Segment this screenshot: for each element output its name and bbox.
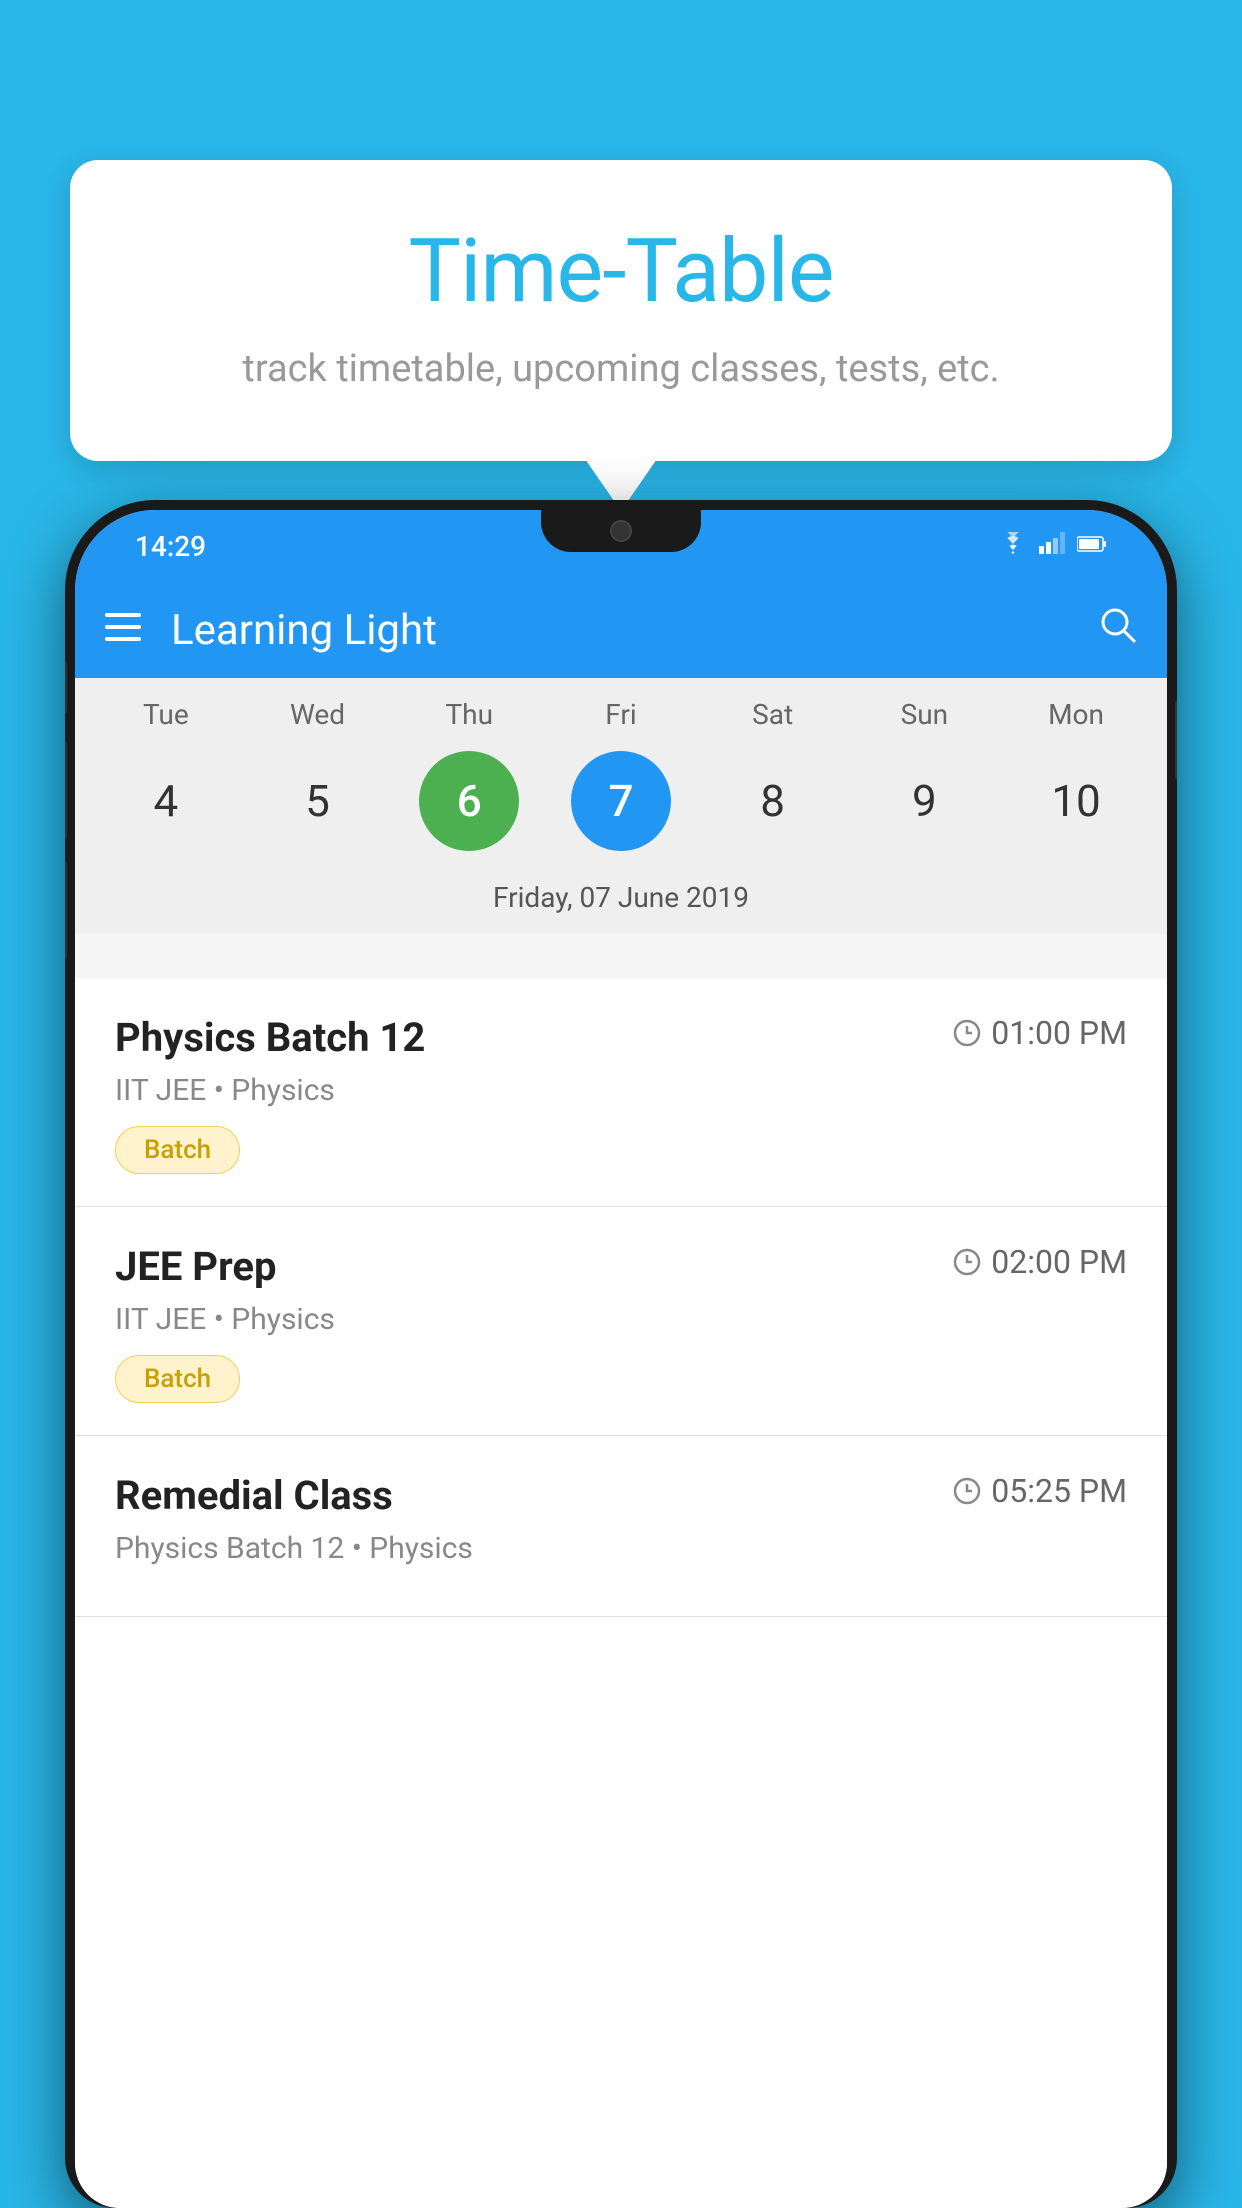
phone-screen: 14:29 [75,510,1167,2208]
schedule-item-2-header: JEE Prep 02:00 PM [115,1243,1127,1290]
schedule-item-3-title: Remedial Class [115,1472,393,1519]
day-header-fri: Fri [571,698,671,731]
day-9[interactable]: 9 [874,751,974,851]
day-header-wed: Wed [268,698,368,731]
day-header-thu: Thu [419,698,519,731]
schedule-item-2-sub: IIT JEE • Physics [115,1302,1127,1337]
app-title: Learning Light [171,606,1099,655]
status-time: 14:29 [135,530,206,563]
clock-icon-3 [953,1477,981,1505]
volume-up-button [65,660,67,715]
schedule-item-1[interactable]: Physics Batch 12 01:00 PM IIT JEE • Phys… [75,978,1167,1207]
camera [610,520,632,542]
schedule-item-1-sub: IIT JEE • Physics [115,1073,1127,1108]
signal-icon [1039,532,1065,560]
schedule-item-2-time: 02:00 PM [953,1243,1127,1281]
day-header-sun: Sun [874,698,974,731]
status-icons [999,532,1107,560]
schedule-item-1-header: Physics Batch 12 01:00 PM [115,1014,1127,1061]
schedule-item-1-time: 01:00 PM [953,1014,1127,1052]
phone-shell: 14:29 [65,500,1177,2208]
tooltip-card: Time-Table track timetable, upcoming cla… [70,160,1172,461]
selected-date-label: Friday, 07 June 2019 [75,871,1167,934]
assistant-button [65,860,67,960]
day-header-sat: Sat [723,698,823,731]
day-10[interactable]: 10 [1026,751,1126,851]
schedule-item-2[interactable]: JEE Prep 02:00 PM IIT JEE • Physics Batc… [75,1207,1167,1436]
schedule-item-3-time: 05:25 PM [953,1472,1127,1510]
search-icon[interactable] [1099,606,1137,654]
calendar-strip: Tue Wed Thu Fri Sat Sun Mon 4 5 6 7 8 9 … [75,678,1167,934]
battery-icon [1077,534,1107,559]
app-bar: Learning Light [75,582,1167,678]
day-header-mon: Mon [1026,698,1126,731]
notch [541,510,701,552]
schedule-item-2-title: JEE Prep [115,1243,276,1290]
schedule-item-1-tag: Batch [115,1126,240,1174]
clock-icon-2 [953,1248,981,1276]
day-6-today[interactable]: 6 [419,751,519,851]
power-button [1175,700,1177,780]
volume-down-button [65,740,67,840]
tooltip-title: Time-Table [120,220,1122,323]
schedule-item-3-header: Remedial Class 05:25 PM [115,1472,1127,1519]
wifi-icon [999,532,1027,560]
day-header-tue: Tue [116,698,216,731]
day-numbers: 4 5 6 7 8 9 10 [75,741,1167,871]
schedule-item-1-title: Physics Batch 12 [115,1014,425,1061]
hamburger-icon[interactable] [105,610,141,650]
day-5[interactable]: 5 [268,751,368,851]
schedule-item-2-tag: Batch [115,1355,240,1403]
schedule-item-3[interactable]: Remedial Class 05:25 PM Physics Batch 12… [75,1436,1167,1617]
clock-icon-1 [953,1019,981,1047]
day-7-selected[interactable]: 7 [571,751,671,851]
day-headers: Tue Wed Thu Fri Sat Sun Mon [75,698,1167,741]
tooltip-subtitle: track timetable, upcoming classes, tests… [120,347,1122,391]
schedule-item-3-sub: Physics Batch 12 • Physics [115,1531,1127,1566]
day-8[interactable]: 8 [723,751,823,851]
day-4[interactable]: 4 [116,751,216,851]
schedule-list: Physics Batch 12 01:00 PM IIT JEE • Phys… [75,978,1167,2208]
